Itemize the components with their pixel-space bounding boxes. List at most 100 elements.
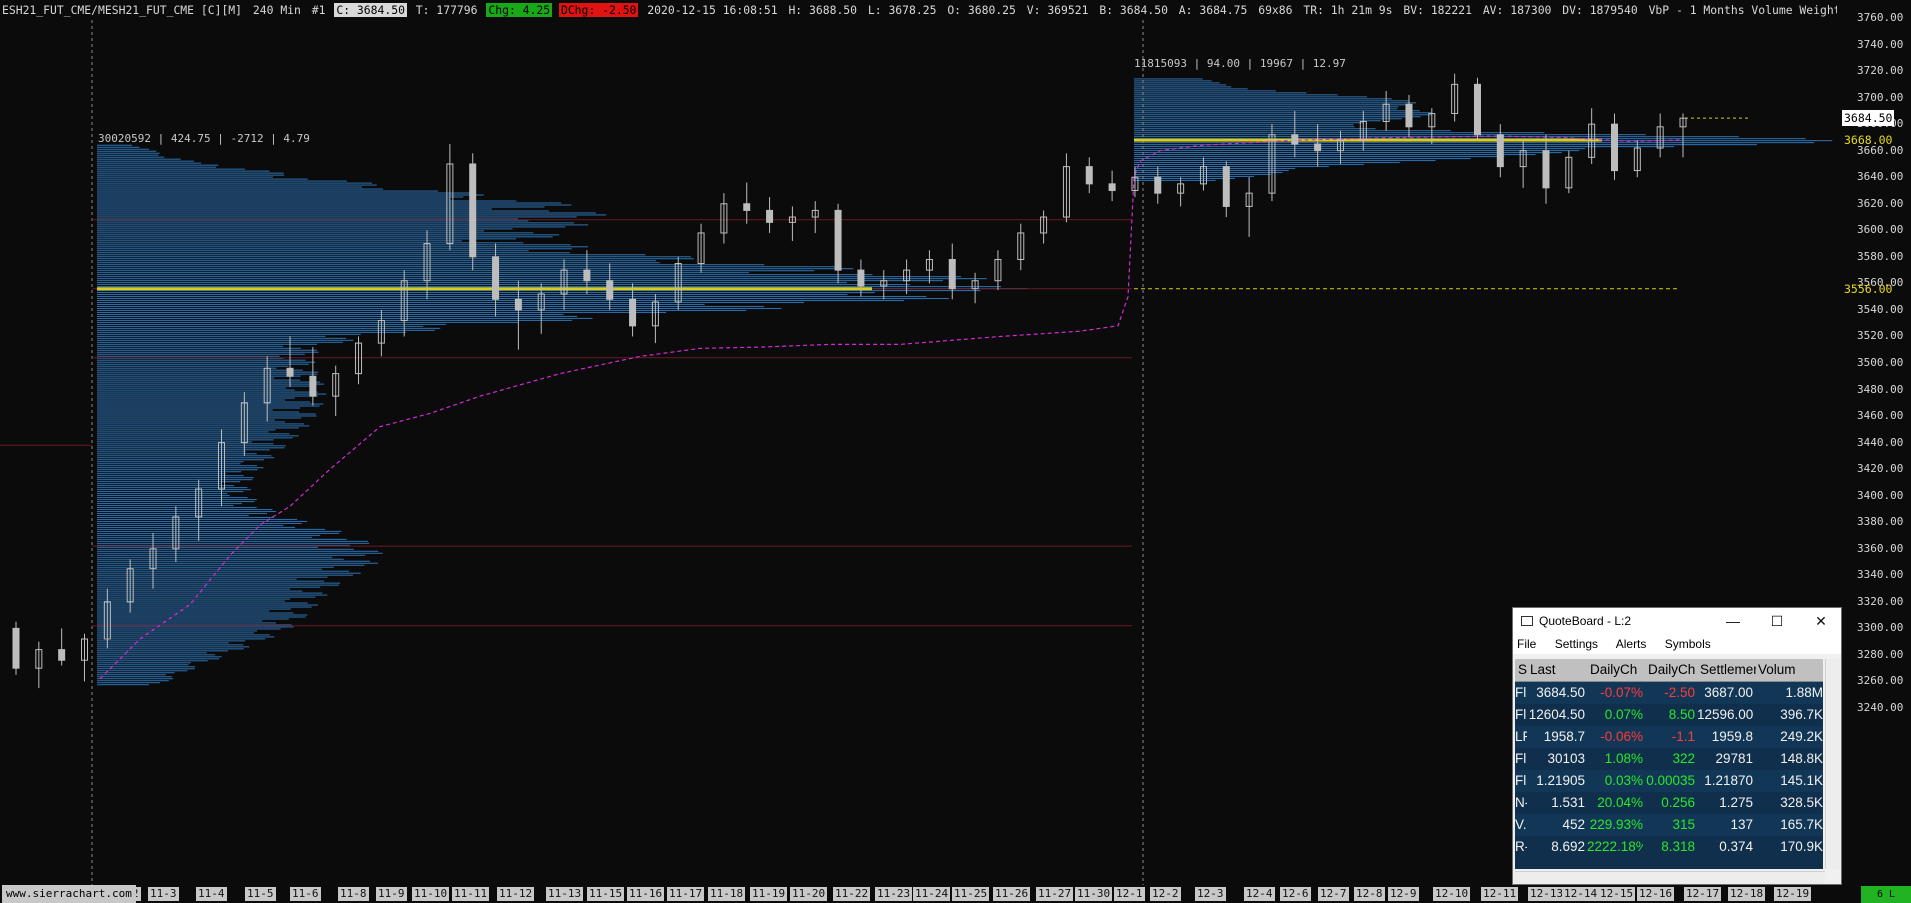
table-row[interactable]: Fl 1.21905 0.03% 0.00035 1.21870 145.1K [1515,770,1823,792]
volume-profile-bar [97,630,257,632]
table-row[interactable]: R- 8.6922222.18% 8.318 0.374 170.9K [1515,836,1823,858]
volume-profile-bar [97,248,572,250]
time-tick: 12-2 [1150,887,1181,901]
table-cell: 12596.00 [1697,707,1753,722]
volume-profile-bar [97,504,234,507]
volume-profile-bar [97,337,347,339]
volume-profile-bar [97,325,424,327]
quoteboard-titlebar[interactable]: QuoteBoard - L:2 — ☐ ✕ [1513,608,1841,634]
time-tick: 11-4 [196,887,227,901]
table-cell: 0.00035 [1646,773,1695,788]
candle [1245,177,1253,237]
menu-file[interactable]: File [1517,637,1536,651]
volume-profile-bar [97,433,290,435]
symbol-label[interactable]: ESH21_FUT_CME/MESH21_FUT_CME [C][M] [0,3,244,17]
close-button[interactable]: ✕ [1799,608,1843,634]
volume-profile-bar [97,361,316,363]
volume-profile-bar [97,526,296,528]
table-cell: 328.5K [1780,795,1823,810]
menu-settings[interactable]: Settings [1555,637,1598,651]
candle [309,347,317,406]
table-row[interactable]: Fl 30103 1.08% 322 29781 148.8K [1515,748,1823,770]
price-tick: 3260.00 [1857,674,1904,688]
column-header[interactable]: DailyCh [1587,659,1646,681]
volume-profile-bar [97,536,312,538]
time-tick: 11-3 [148,887,179,901]
table-row[interactable]: LF 1958.7 -0.06% -1.1 1959.8 249.2K [1515,726,1823,748]
volume-profile-bar [97,282,847,284]
volume-profile-bar [97,626,294,628]
menu-symbols[interactable]: Symbols [1665,637,1711,651]
candle [697,223,705,273]
volume-profile-bar [1134,118,1402,120]
column-header[interactable]: Volum [1755,659,1823,681]
quoteboard-table[interactable]: S Last DailyCh DailyCh Settlemer Volum Fl 3684… [1515,659,1823,869]
volume-profile-bar [97,172,284,174]
volume-profile-bar [1134,161,1400,164]
ask-volume: AV: 187300 [1482,3,1552,17]
quoteboard-window[interactable]: QuoteBoard - L:2 — ☐ ✕ File Settings Ale… [1512,607,1842,885]
horizontal-scrollbar[interactable] [1515,871,1825,884]
volume-profile-bar [97,612,294,614]
minimize-button[interactable]: — [1711,608,1755,634]
study-label[interactable]: VbP - 1 Months Volume Weighted [1647,3,1857,17]
volume-profile-bar [1134,102,1417,104]
volume-profile-bar [97,381,320,383]
volume-profile-bar [97,405,320,407]
column-header[interactable]: Settlemer [1697,659,1756,681]
vertical-scrollbar[interactable] [1825,659,1840,869]
table-cell: 12604.50 [1528,707,1585,722]
table-cell: 3687.00 [1704,685,1753,700]
volume-profile-bar [97,226,566,228]
timeframe-label[interactable]: 240 Min [251,3,303,17]
volume-profile-bar [1134,122,1363,124]
volume-profile-bar [97,315,578,317]
volume-profile-bar [97,216,577,218]
table-row[interactable]: Fl 3684.50 -0.07% -2.50 3687.00 1.88M [1515,682,1823,704]
price-tick: 3540.00 [1857,302,1904,316]
price-tick: 3500.00 [1857,356,1904,369]
price-axis[interactable]: 3760.003740.003720.003700.003680.003660.… [1837,0,1911,885]
volume-profile-bar [97,377,275,379]
table-row[interactable]: N- 1.531 20.04% 0.256 1.275 328.5K [1515,792,1823,814]
table-cell: 137 [1730,817,1753,832]
candle [1017,223,1025,271]
volume-profile-bar [1134,80,1212,82]
volume-profile-bar [97,272,750,274]
volume-profile-bar [97,540,369,542]
volume-profile-bar [97,190,439,192]
price-tick: 3520.00 [1857,329,1904,343]
volume-profile-bar [97,371,319,373]
volume-profile-bar [1134,78,1203,80]
column-header[interactable]: Last [1527,659,1588,681]
volume-profile-bar [1134,150,1580,152]
volume-profile-bar [97,534,321,536]
volume-profile-bar [97,212,596,214]
column-header[interactable]: DailyCh [1645,659,1698,681]
volume-profile-bar [97,453,257,455]
volume-profile-bar [1134,146,1675,148]
volume-profile-bar [97,419,275,421]
maximize-button[interactable]: ☐ [1755,608,1799,634]
menu-alerts[interactable]: Alerts [1616,637,1647,651]
time-axis[interactable]: 11-211-311-411-511-611-811-911-1011-1111… [0,885,1911,903]
volume-profile-bar [97,590,303,592]
volume-profile-bar [97,367,277,369]
change-chip: Chg: 4.25 [486,3,553,17]
volume-profile-bar [97,477,254,479]
table-cell: LF [1515,729,1527,744]
volume-profile-bar [97,270,815,272]
table-cell: 1958.7 [1543,729,1585,744]
table-row[interactable]: V. 452 229.93% 315 137 165.7K [1515,814,1823,836]
ask-label: A: 3684.75 [1178,3,1248,17]
time-tick: 11-16 [627,887,665,901]
time-tick: 11-24 [913,887,951,901]
candle [629,283,637,337]
volume-profile-bar [97,610,270,612]
volume-profile-bar [97,656,222,658]
volume-profile-bar [97,459,264,461]
table-row[interactable]: Fl 12604.50 0.07% 8.50 12596.00 396.7K [1515,704,1823,726]
volume-profile-bar [1134,116,1421,118]
volume-profile-bar [97,294,848,296]
low-label: L: 3678.25 [867,3,937,17]
